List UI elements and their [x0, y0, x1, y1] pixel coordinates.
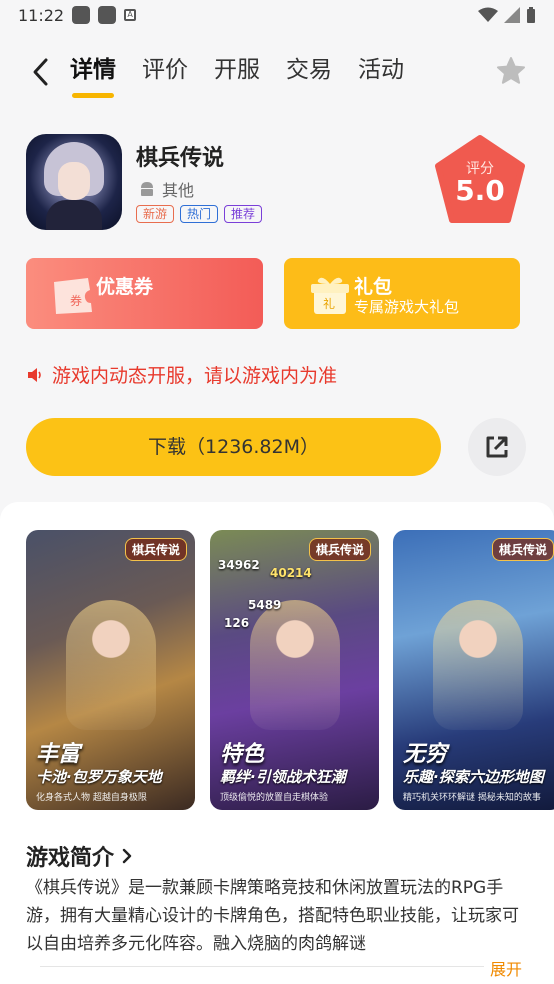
gift-subtitle: 专属游戏大礼包: [354, 298, 460, 316]
tab-reviews[interactable]: 评价: [142, 52, 188, 92]
screenshot-character: [433, 600, 523, 730]
expand-button[interactable]: 展开: [483, 956, 522, 980]
screenshot-carousel[interactable]: 棋兵传说 丰富 卡池·包罗万象天地 化身各式人物 超越自身极限 棋兵传说 349…: [26, 530, 554, 812]
status-bar: 11:22 A: [0, 0, 554, 30]
screenshot-card[interactable]: 棋兵传说 丰富 卡池·包罗万象天地 化身各式人物 超越自身极限: [26, 530, 195, 810]
coupon-badge-text: 券: [70, 293, 82, 308]
screenshot-headline: 无穷: [403, 742, 448, 767]
tab-events[interactable]: 活动: [358, 52, 404, 92]
screenshot-card[interactable]: 棋兵传说 34962 40214 5489 126 特色 羁绊·引领战术狂潮 顶…: [210, 530, 379, 810]
tab-details[interactable]: 详情: [70, 52, 116, 98]
app-info: 棋兵传说 其他 新游 热门 推荐 评分 5.0: [26, 134, 536, 234]
screenshot-logo: 棋兵传说: [491, 538, 554, 561]
star-icon[interactable]: [496, 56, 526, 86]
notification-a-icon: A: [124, 9, 137, 21]
top-navigation: 详情 评价 开服 交易 活动: [0, 48, 554, 98]
back-arrow-icon[interactable]: [26, 54, 56, 90]
gift-title: 礼包: [354, 276, 393, 298]
gift-box-icon: 礼: [311, 277, 349, 314]
tab-trade[interactable]: 交易: [286, 52, 332, 92]
coupon-ticket-icon: 券: [54, 278, 92, 314]
screenshot-character: [250, 600, 340, 730]
screenshot-logo: 棋兵传说: [308, 538, 371, 561]
notice-text: 游戏内动态开服，请以游戏内为准: [52, 365, 338, 387]
tab-bar: 详情 评价 开服 交易 活动: [70, 52, 404, 98]
screenshot-subline: 卡池·包罗万象天地: [36, 768, 162, 786]
intro-text: 《棋兵传说》是一款兼顾卡牌策略竞技和休闲放置玩法的RPG手游，拥有大量精心设计的…: [26, 878, 519, 954]
app-icon-body: [46, 200, 102, 230]
battery-icon: [527, 7, 535, 23]
screenshot-headline: 丰富: [36, 742, 81, 767]
damage-number: 126: [224, 616, 250, 630]
screenshot-character: [66, 600, 156, 730]
damage-number: 40214: [270, 566, 312, 580]
intro-header[interactable]: 游戏简介: [26, 840, 134, 872]
app-icon-face: [58, 162, 90, 200]
gift-badge-text: 礼: [323, 296, 335, 311]
screenshot-caption: 化身各式人物 超越自身极限: [36, 793, 147, 803]
screenshot-logo: 棋兵传说: [124, 538, 187, 561]
tag-hot: 热门: [180, 205, 219, 223]
screenshot-subline: 羁绊·引领战术狂潮: [220, 768, 346, 786]
tab-servers[interactable]: 开服: [214, 52, 260, 92]
screenshot-subline: 乐趣·探索六边形地图: [403, 768, 544, 786]
platform-info: 其他: [138, 177, 194, 201]
app-name: 棋兵传说: [136, 146, 225, 171]
notification-icon: [72, 6, 91, 24]
tag-recommended: 推荐: [224, 205, 263, 223]
intro-title: 游戏简介: [26, 846, 115, 871]
android-icon: [141, 182, 153, 196]
screenshot-caption: 精巧机关环环解谜 揭秘未知的故事: [403, 793, 541, 803]
score-value: 5.0: [455, 174, 505, 207]
screenshot-card[interactable]: 棋兵传说 无穷 乐趣·探索六边形地图 精巧机关环环解谜 揭秘未知的故事: [393, 530, 554, 810]
server-notice: 游戏内动态开服，请以游戏内为准: [26, 361, 337, 388]
score-badge: 评分 5.0: [434, 134, 526, 226]
share-icon: [486, 436, 508, 458]
gift-pack-card[interactable]: 礼 礼包 专属游戏大礼包: [284, 258, 520, 329]
screenshot-caption: 顶级偷悦的放置自走棋体验: [220, 793, 329, 803]
app-icon: [26, 134, 122, 230]
share-button[interactable]: [468, 418, 526, 476]
chevron-right-icon: [122, 848, 132, 864]
screenshot-headline: 特色: [220, 742, 265, 767]
damage-number: 5489: [248, 598, 282, 612]
notification-icon: [98, 6, 117, 24]
content-panel: 棋兵传说 丰富 卡池·包罗万象天地 化身各式人物 超越自身极限 棋兵传说 349…: [0, 502, 554, 984]
coupon-title: 优惠券: [96, 276, 154, 298]
platform-label: 其他: [162, 181, 195, 200]
divider: [40, 966, 514, 967]
tag-new: 新游: [136, 205, 175, 223]
speaker-icon: [28, 367, 41, 382]
download-button[interactable]: 下载（1236.82M）: [26, 418, 441, 476]
status-time: 11:22: [18, 5, 65, 25]
tag-list: 新游 热门 推荐: [136, 205, 263, 223]
signal-icon: [504, 7, 520, 23]
coupon-card[interactable]: 券 优惠券: [26, 258, 263, 329]
wifi-icon: [478, 7, 498, 22]
damage-number: 34962: [218, 558, 260, 572]
